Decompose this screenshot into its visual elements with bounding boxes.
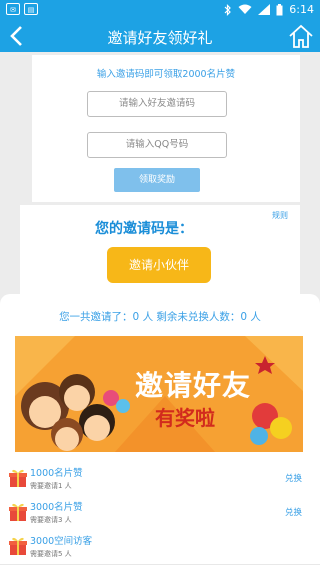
invite-summary: 您一共邀请了：0 人 剩余未兑换人数：0 人 xyxy=(59,311,261,323)
bluetooth-icon xyxy=(224,3,232,16)
page-title: 邀请好友领好礼 xyxy=(107,29,213,47)
title-bar: 邀请好友领好礼 xyxy=(0,20,320,52)
my-invite-code-label: 您的邀请码是： xyxy=(95,221,193,237)
reward-name: 3000空间访客 xyxy=(30,536,93,547)
app-icon: ▤ xyxy=(24,3,38,15)
redeem-button[interactable]: 兑换 xyxy=(285,506,302,518)
reward-requirement: 需要邀请1 人 xyxy=(30,482,72,490)
reward-row: 3000名片赞 需要邀请3 人 兑换 xyxy=(0,496,320,531)
status-bar: ✉ ▤ 6:14 xyxy=(0,0,320,20)
wifi-icon xyxy=(238,4,252,14)
reward-row: 3000空间访客 需要邀请5 人 xyxy=(0,530,320,565)
home-icon[interactable] xyxy=(288,23,314,49)
rules-link[interactable]: 规则 xyxy=(272,210,288,221)
invite-rewards-sheet: 您一共邀请了：0 人 剩余未兑换人数：0 人 邀请好友 有奖啦 1000名片赞 … xyxy=(0,294,320,569)
banner-headline: 邀请好友 xyxy=(135,369,252,402)
battery-icon xyxy=(276,3,283,15)
reward-row: 1000名片赞 需要邀请1 人 兑换 xyxy=(0,462,320,497)
gift-icon xyxy=(9,537,27,555)
redeem-card: 输入邀请码即可领取2000名片赞 请输入好友邀请码 请输入QQ号码 领取奖励 xyxy=(32,55,300,202)
status-time: 6:14 xyxy=(289,3,314,16)
banner-subhead: 有奖啦 xyxy=(155,406,215,430)
redeem-button[interactable]: 兑换 xyxy=(285,472,302,484)
reward-name: 3000名片赞 xyxy=(30,502,83,513)
invite-friends-button[interactable]: 邀请小伙伴 xyxy=(107,247,211,283)
qq-number-input[interactable]: 请输入QQ号码 xyxy=(87,132,227,158)
my-code-card: 规则 您的邀请码是： 邀请小伙伴 xyxy=(20,205,300,300)
reward-name: 1000名片赞 xyxy=(30,468,83,479)
claim-reward-button[interactable]: 领取奖励 xyxy=(114,168,200,192)
gift-icon xyxy=(9,469,27,487)
redeem-hint: 输入邀请码即可领取2000名片赞 xyxy=(96,69,236,80)
signal-icon xyxy=(258,4,271,15)
invite-banner: 邀请好友 有奖啦 xyxy=(15,336,303,452)
invite-code-input[interactable]: 请输入好友邀请码 xyxy=(87,91,227,117)
app-icon: ✉ xyxy=(6,3,20,15)
reward-requirement: 需要邀请5 人 xyxy=(30,550,72,558)
gift-icon xyxy=(9,503,27,521)
reward-requirement: 需要邀请3 人 xyxy=(30,516,72,524)
